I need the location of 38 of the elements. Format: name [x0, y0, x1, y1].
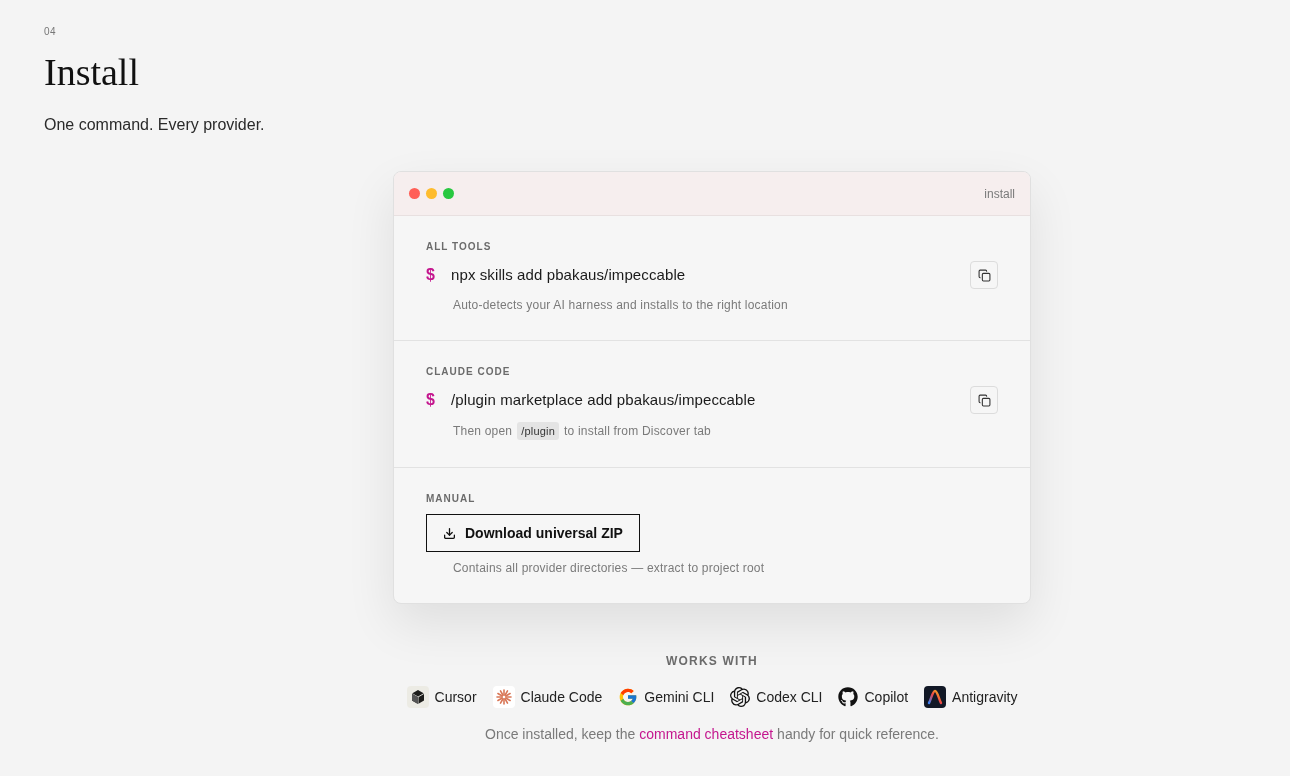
- cube-logo-icon: [406, 686, 429, 708]
- copy-icon: [977, 268, 991, 282]
- tool-name: Gemini CLI: [644, 687, 715, 707]
- tool-name: Claude Code: [520, 687, 603, 707]
- tool-name: Codex CLI: [756, 687, 823, 707]
- section-number: 04: [44, 26, 57, 38]
- section-label: MANUAL: [426, 493, 477, 505]
- prompt-symbol: $: [426, 265, 436, 285]
- arch-logo-icon: [924, 686, 947, 708]
- note-text: Contains all provider directories — extract to project root: [453, 560, 765, 576]
- copy-button[interactable]: [970, 261, 998, 289]
- section-title: Install: [44, 50, 139, 94]
- note-text: Then open: [453, 423, 513, 439]
- octocat-logo-icon: [838, 687, 859, 707]
- starburst-logo-icon: [492, 686, 515, 708]
- knot-logo-icon: [730, 687, 751, 707]
- tool-name: Antigravity: [952, 687, 1018, 707]
- tool-name: Cursor: [434, 687, 477, 707]
- tool-name: Copilot: [864, 687, 909, 707]
- footer-text: handy for quick reference.: [777, 725, 939, 744]
- note-text: to install from Discover tab: [564, 423, 711, 439]
- download-button[interactable]: Download universal ZIP: [426, 514, 640, 552]
- copy-button[interactable]: [970, 386, 998, 414]
- command-text: /plugin marketplace add pbakaus/impeccable: [451, 389, 756, 410]
- footer-text: Once installed, keep the: [485, 725, 636, 744]
- g-logo-icon: [618, 687, 639, 707]
- section-subtitle: One command. Every provider.: [44, 115, 265, 135]
- section-label: ALL TOOLS: [426, 241, 493, 253]
- cheatsheet-link[interactable]: command cheatsheet: [639, 724, 774, 744]
- works-with-label: WORKS WITH: [666, 653, 758, 669]
- window-title: install: [984, 185, 1015, 203]
- copy-icon: [977, 393, 991, 407]
- section-label: CLAUDE CODE: [426, 366, 512, 378]
- code-snippet: /plugin: [517, 422, 559, 440]
- note-text: Auto-detects your AI harness and installs to the right location: [453, 297, 788, 313]
- command-text: npx skills add pbakaus/impeccable: [451, 264, 686, 285]
- prompt-symbol: $: [426, 390, 436, 410]
- download-icon: [443, 526, 456, 540]
